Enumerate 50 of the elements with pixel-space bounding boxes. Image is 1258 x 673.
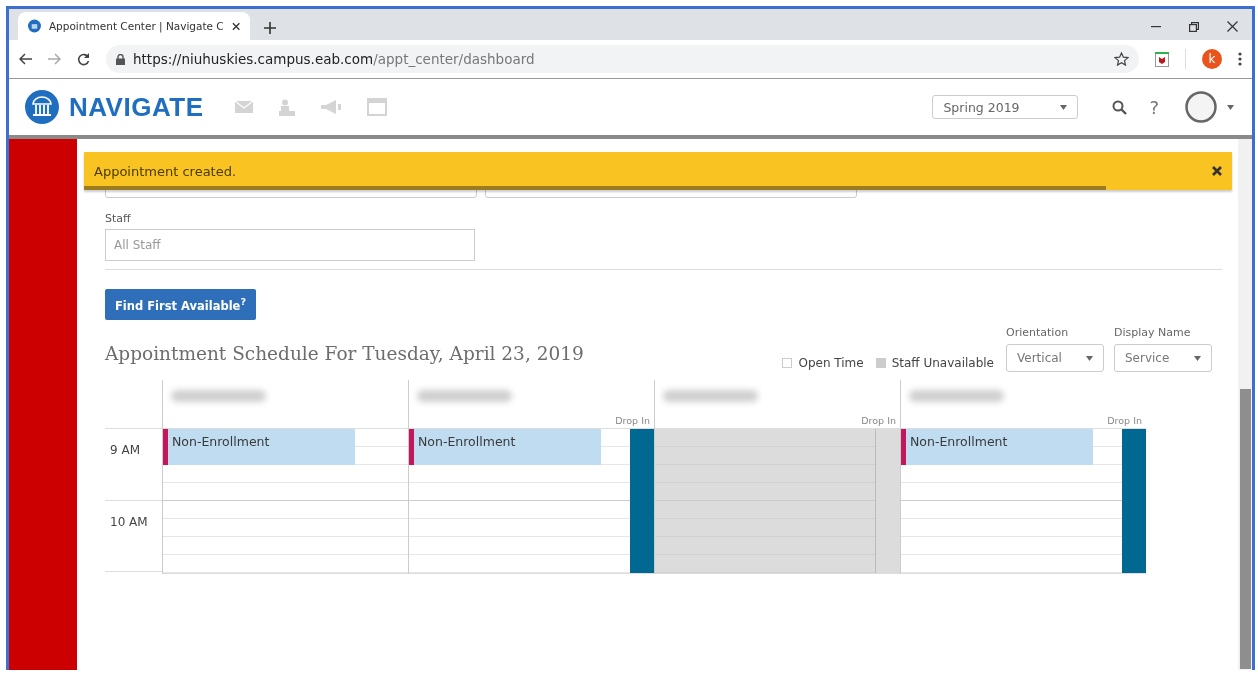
caret-icon	[1060, 104, 1068, 110]
staff-field[interactable]: All Staff	[105, 229, 475, 261]
profile-avatar[interactable]: k	[1202, 49, 1222, 69]
close-icon[interactable]	[231, 21, 240, 31]
caret-icon	[1227, 104, 1234, 110]
time-label: 10 AM	[105, 500, 162, 572]
address-bar[interactable]: https://niuhuskies.campus.eab.com/appt_center/dashboard	[106, 45, 1139, 73]
reload-icon[interactable]	[77, 52, 90, 66]
legend-swatch	[782, 358, 793, 368]
user-avatar-icon[interactable]	[1185, 91, 1217, 123]
logo-icon	[25, 90, 59, 124]
drop-in-label: Drop In	[615, 415, 650, 426]
close-icon[interactable]	[1212, 166, 1222, 176]
help-link[interactable]: ?	[1149, 96, 1159, 118]
brand-name: NAVIGATE	[69, 91, 204, 123]
time-label: 9 AM	[105, 428, 162, 500]
star-icon[interactable]	[1114, 52, 1129, 66]
kebab-menu-icon[interactable]	[1238, 52, 1242, 66]
schedule-title: Appointment Schedule For Tuesday, April 23, 2019	[105, 343, 584, 364]
appointment-block[interactable]: Non-Enrollment	[163, 429, 355, 465]
dropdown[interactable]: Vertical	[1006, 344, 1104, 372]
appointment-block[interactable]: Non-Enrollment	[901, 429, 1093, 465]
select-label: Display Name	[1114, 326, 1192, 339]
minimize-icon[interactable]	[1151, 25, 1161, 28]
back-icon[interactable]	[19, 53, 32, 65]
drop-in-label: Drop In	[1107, 415, 1142, 426]
appointment-block[interactable]: Non-Enrollment	[409, 429, 601, 465]
caret-icon	[1194, 355, 1201, 361]
select-label: Orientation	[1006, 326, 1070, 339]
caret-icon	[1086, 355, 1093, 361]
find-first-available-button[interactable]: Find First Available$^{?}$	[105, 289, 256, 320]
lock-icon	[116, 53, 125, 65]
field-label: Staff	[105, 212, 132, 225]
drop-in-label: Drop In	[861, 415, 896, 426]
term-select[interactable]: Spring 2019	[932, 95, 1079, 119]
search-icon[interactable]	[1112, 99, 1128, 115]
toast-message: Appointment created.	[94, 163, 237, 179]
favicon-icon	[28, 19, 41, 33]
close-icon[interactable]	[1227, 21, 1238, 32]
restore-icon[interactable]	[1189, 21, 1199, 32]
legend-label: Staff Unavailable	[891, 356, 994, 370]
legend-swatch	[875, 358, 886, 368]
new-tab-icon[interactable]	[264, 22, 276, 34]
dropdown[interactable]: Service	[1114, 344, 1212, 372]
legend-label: Open Time	[798, 356, 864, 370]
shield-icon[interactable]	[1155, 51, 1169, 67]
tab-title: Appointment Center | Navigate C	[48, 20, 224, 32]
browser-tab[interactable]: Appointment Center | Navigate C	[18, 12, 250, 40]
url-text: https://niuhuskies.campus.eab.com/appt_center/dashboard	[133, 51, 535, 67]
scrollbar[interactable]	[1238, 139, 1252, 670]
